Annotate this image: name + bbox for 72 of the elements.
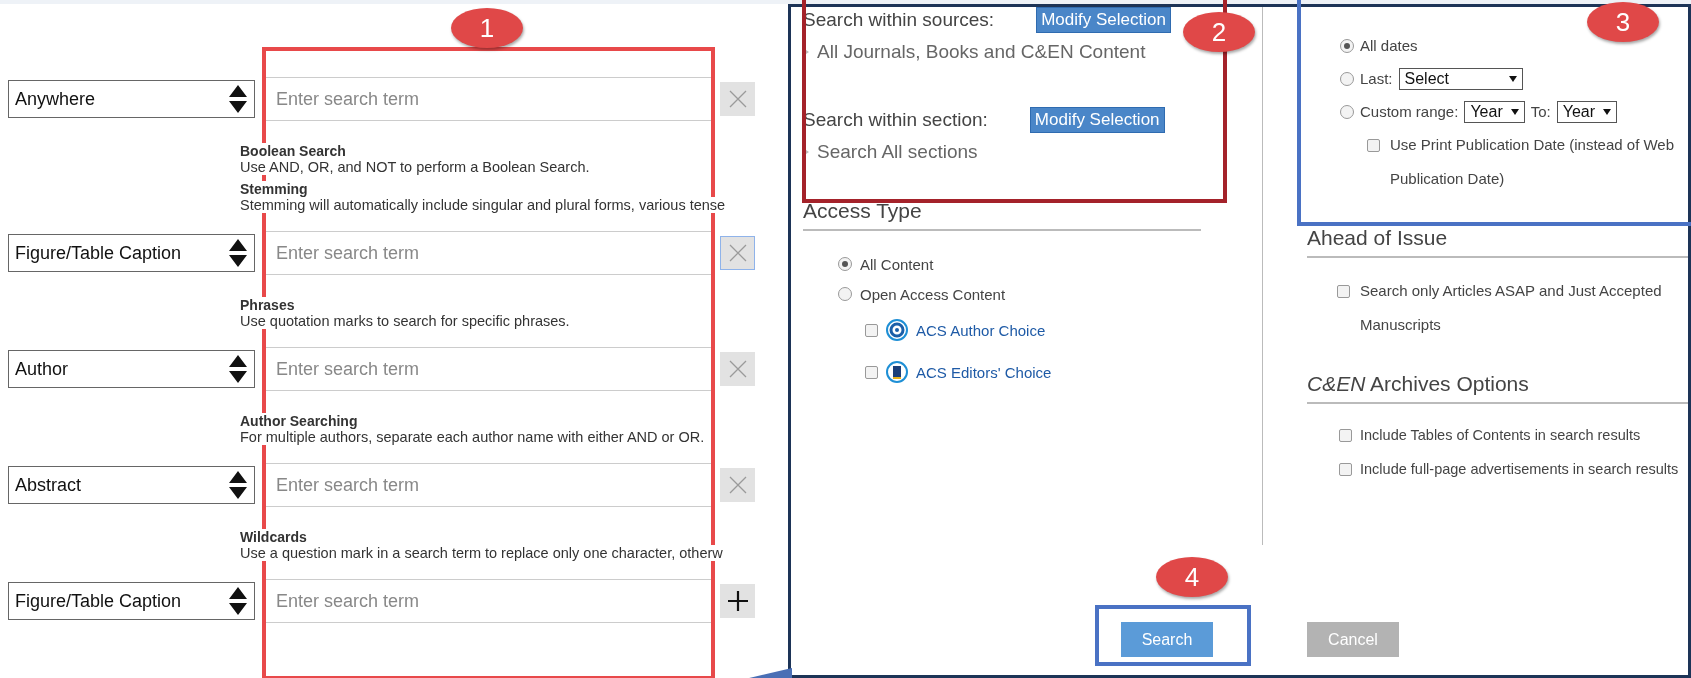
choice-link[interactable]: ACS Author Choice	[916, 321, 1046, 339]
hint-title: Phrases	[240, 297, 295, 313]
option-label: To:	[1530, 103, 1551, 120]
search-term-field[interactable]: Enter search term	[265, 347, 712, 391]
option-label: All dates	[1360, 37, 1418, 54]
option-label: Last:	[1360, 70, 1393, 87]
dropdown[interactable]: Select	[1398, 67, 1523, 90]
search-term-field[interactable]: Enter search term	[265, 231, 712, 275]
search-term-field[interactable]: Enter search term	[265, 77, 712, 121]
search-term-field[interactable]: Enter search term	[265, 579, 712, 623]
callout-badge: 1	[451, 8, 523, 48]
option-label: All Content	[860, 255, 934, 273]
radio-button[interactable]	[838, 287, 852, 301]
callout-badge: 3	[1587, 2, 1659, 42]
field-select[interactable]: Figure/Table Caption	[8, 234, 255, 272]
section-heading: Ahead of Issue	[1307, 226, 1688, 258]
scope-label: Search within sources:	[803, 9, 995, 31]
scope-value: All Journals, Books and C&EN Content	[817, 41, 1146, 63]
radio-button[interactable]	[838, 257, 852, 271]
search-term-field[interactable]: Enter search term	[265, 463, 712, 507]
plus-icon	[725, 589, 750, 613]
section-heading: C&EN Archives Options	[1307, 372, 1688, 404]
option-label: Custom range:	[1360, 103, 1459, 120]
modify-selection-button[interactable]: Modify Selection	[1036, 7, 1171, 33]
hint-text: For multiple authors, separate each author name with either AND or OR.	[240, 429, 705, 445]
radio-button[interactable]	[1340, 104, 1354, 119]
add-row-button[interactable]	[720, 584, 755, 618]
scope-label: Search within section:	[803, 109, 988, 131]
sort-arrows-icon	[228, 470, 248, 500]
choice-link[interactable]: ACS Editors' Choice	[916, 363, 1052, 381]
dropdown[interactable]: Year	[1556, 100, 1618, 123]
checkbox[interactable]	[1367, 139, 1380, 152]
caret-icon	[1508, 75, 1517, 82]
section-heading: Access Type	[803, 199, 1201, 231]
option-label: Include Tables of Contents in search results	[1360, 427, 1641, 443]
hint-title: Author Searching	[240, 413, 358, 429]
caret-icon	[1603, 108, 1612, 115]
radio-button[interactable]	[1340, 71, 1354, 86]
hint-text: Stemming will automatically include singular and plural forms, various tense	[240, 197, 726, 213]
callout-badge: 2	[1183, 12, 1255, 52]
swirl-logo-icon	[886, 319, 908, 341]
sort-arrows-icon	[228, 586, 248, 616]
hint-title: Boolean Search	[240, 143, 346, 159]
hint-text: Use AND, OR, and NOT to perform a Boolean Search.	[240, 159, 590, 175]
book-logo-icon	[886, 361, 908, 383]
radio-button[interactable]	[1340, 38, 1354, 53]
option-label: Open Access Content	[860, 285, 1006, 303]
hint-title: Stemming	[240, 181, 308, 197]
option-label: Use Print Publication Date (instead of Web Publication Date)	[1390, 135, 1676, 189]
remove-row-button[interactable]	[720, 236, 755, 270]
checkbox[interactable]	[1337, 285, 1350, 298]
hint-text: Use quotation marks to search for specific phrases.	[240, 313, 570, 329]
hint-text: Use a question mark in a search term to replace only one character, otherw	[240, 545, 723, 561]
checkbox[interactable]	[1339, 462, 1352, 476]
modify-selection-button[interactable]: Modify Selection	[1029, 107, 1165, 133]
field-select[interactable]: Figure/Table Caption	[8, 582, 255, 620]
callout-badge: 4	[1156, 557, 1228, 597]
checkbox[interactable]	[865, 365, 878, 379]
hint-title: Wildcards	[240, 529, 307, 545]
sort-arrows-icon	[228, 238, 248, 268]
scope-value: Search All sections	[817, 141, 978, 163]
checkbox[interactable]	[1339, 428, 1352, 442]
field-select[interactable]: Anywhere	[8, 80, 255, 118]
field-select[interactable]: Author	[8, 350, 255, 388]
sort-arrows-icon	[228, 354, 248, 384]
dropdown[interactable]: Year	[1464, 100, 1525, 123]
option-label: Include full-page advertisements in search results	[1360, 461, 1679, 477]
sort-arrows-icon	[228, 84, 248, 114]
checkbox[interactable]	[865, 323, 878, 337]
option-label: Search only Articles ASAP and Just Accepted Manuscripts	[1360, 281, 1663, 335]
caret-icon	[1510, 108, 1519, 115]
field-select[interactable]: Abstract	[8, 466, 255, 504]
